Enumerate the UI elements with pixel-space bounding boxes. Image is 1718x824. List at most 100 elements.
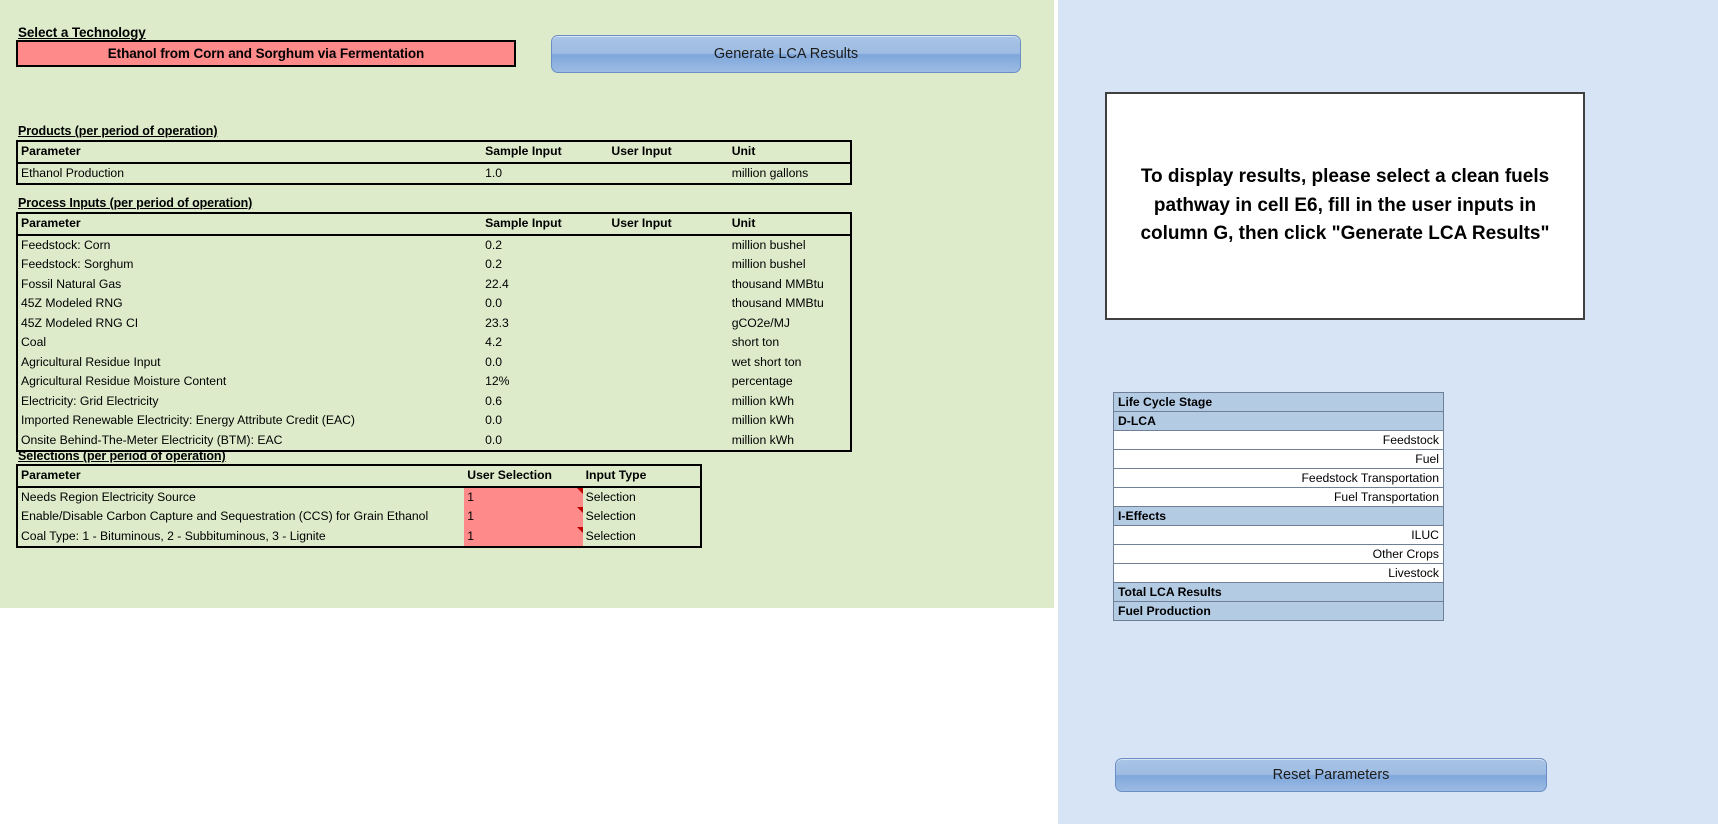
cell-life-cycle-item: Feedstock: [1114, 431, 1444, 450]
cell-life-cycle-item: ILUC: [1114, 526, 1444, 545]
cell-unit: thousand MMBtu: [729, 275, 851, 295]
column-header-sample-input: Sample Input: [482, 213, 608, 235]
selections-table-title: Selections (per period of operation): [18, 449, 226, 463]
column-header-user-input: User Input: [608, 213, 728, 235]
cell-user-selection[interactable]: 1: [464, 527, 582, 548]
cell-user-input[interactable]: [608, 431, 728, 452]
cell-user-input[interactable]: [608, 392, 728, 412]
column-header-user-selection: User Selection: [464, 465, 582, 487]
cell-parameter: Electricity: Grid Electricity: [17, 392, 482, 412]
cell-unit: million bushel: [729, 255, 851, 275]
life-cycle-item-row: Fuel: [1114, 450, 1444, 469]
life-cycle-item-row: Livestock: [1114, 564, 1444, 583]
life-cycle-item-row: Other Crops: [1114, 545, 1444, 564]
table-row: 45Z Modeled RNG CI23.3gCO2e/MJ: [17, 314, 851, 334]
cell-user-input[interactable]: [608, 372, 728, 392]
table-row: Coal Type: 1 - Bituminous, 2 - Subbitumi…: [17, 527, 701, 548]
cell-user-input[interactable]: [608, 411, 728, 431]
cell-user-input[interactable]: [608, 235, 728, 256]
results-message-box: To display results, please select a clea…: [1105, 92, 1585, 320]
reset-parameters-button[interactable]: Reset Parameters: [1115, 758, 1547, 792]
cell-sample-input: 0.2: [482, 255, 608, 275]
cell-life-cycle-group: Total LCA Results: [1114, 583, 1444, 602]
table-row: Coal4.2short ton: [17, 333, 851, 353]
cell-sample-input: 0.6: [482, 392, 608, 412]
products-table-body: Ethanol Production1.0 million gallons: [17, 163, 851, 185]
cell-life-cycle-group: D-LCA: [1114, 412, 1444, 431]
life-cycle-group-row: Fuel Production: [1114, 602, 1444, 621]
cell-user-input[interactable]: [608, 294, 728, 314]
table-row: Electricity: Grid Electricity0.6 million …: [17, 392, 851, 412]
cell-parameter: Feedstock: Corn: [17, 235, 482, 256]
table-row: Feedstock: Sorghum0.2million bushel: [17, 255, 851, 275]
technology-selector-cell[interactable]: Ethanol from Corn and Sorghum via Fermen…: [16, 40, 516, 67]
table-row: Feedstock: Corn0.2million bushel: [17, 235, 851, 256]
column-header-parameter: Parameter: [17, 141, 482, 163]
table-row: Imported Renewable Electricity: Energy A…: [17, 411, 851, 431]
cell-parameter: Agricultural Residue Input: [17, 353, 482, 373]
inputs-panel: Select a Technology Ethanol from Corn an…: [0, 0, 1054, 608]
cell-user-input[interactable]: [608, 333, 728, 353]
cell-unit: percentage: [729, 372, 851, 392]
cell-life-cycle-item: Livestock: [1114, 564, 1444, 583]
column-header-unit: Unit: [729, 141, 851, 163]
cell-sample-input: 0.0: [482, 411, 608, 431]
cell-life-cycle-item: Fuel: [1114, 450, 1444, 469]
life-cycle-group-row: I-Effects: [1114, 507, 1444, 526]
comment-indicator-icon: [577, 488, 583, 494]
table-header-row: Parameter User Selection Input Type: [17, 465, 701, 487]
table-row: Agricultural Residue Input0.0 wet short t…: [17, 353, 851, 373]
cell-unit: million kWh: [729, 392, 851, 412]
life-cycle-item-row: Fuel Transportation: [1114, 488, 1444, 507]
cell-life-cycle-item: Fuel Transportation: [1114, 488, 1444, 507]
cell-unit: million gallons: [729, 163, 851, 185]
cell-parameter: Needs Region Electricity Source: [17, 487, 464, 508]
cell-parameter: 45Z Modeled RNG CI: [17, 314, 482, 334]
cell-sample-input: 12%: [482, 372, 608, 392]
column-header-user-input: User Input: [608, 141, 728, 163]
cell-life-cycle-item: Feedstock Transportation: [1114, 469, 1444, 488]
cell-user-input[interactable]: [608, 353, 728, 373]
comment-indicator-icon: [577, 527, 583, 533]
cell-parameter: Agricultural Residue Moisture Content: [17, 372, 482, 392]
cell-parameter: Enable/Disable Carbon Capture and Seques…: [17, 507, 464, 527]
life-cycle-group-row: D-LCA: [1114, 412, 1444, 431]
selections-table: Parameter User Selection Input Type Need…: [16, 464, 702, 548]
cell-user-input[interactable]: [608, 255, 728, 275]
cell-input-type: Selection: [583, 487, 701, 508]
cell-user-input[interactable]: [608, 314, 728, 334]
life-cycle-item-row: Feedstock: [1114, 431, 1444, 450]
cell-sample-input: 1.0: [482, 163, 608, 185]
column-header-unit: Unit: [729, 213, 851, 235]
cell-life-cycle-group: Fuel Production: [1114, 602, 1444, 621]
cell-life-cycle-item: Other Crops: [1114, 545, 1444, 564]
table-row: Fossil Natural Gas22.4 thousand MMBtu: [17, 275, 851, 295]
cell-sample-input: 4.2: [482, 333, 608, 353]
cell-parameter: Coal: [17, 333, 482, 353]
app-root: Select a Technology Ethanol from Corn an…: [0, 0, 1718, 824]
column-header-input-type: Input Type: [583, 465, 701, 487]
table-header-row: Life Cycle Stage: [1114, 393, 1444, 412]
comment-indicator-icon: [577, 507, 583, 513]
cell-sample-input: 0.0: [482, 431, 608, 452]
life-cycle-item-row: ILUC: [1114, 526, 1444, 545]
table-header-row: Parameter Sample Input User Input Unit: [17, 141, 851, 163]
table-row: Onsite Behind-The-Meter Electricity (BTM…: [17, 431, 851, 452]
cell-sample-input: 22.4: [482, 275, 608, 295]
table-row: Agricultural Residue Moisture Content12%…: [17, 372, 851, 392]
cell-user-input[interactable]: [608, 163, 728, 185]
column-header-sample-input: Sample Input: [482, 141, 608, 163]
cell-unit: wet short ton: [729, 353, 851, 373]
column-header-life-cycle-stage: Life Cycle Stage: [1114, 393, 1444, 412]
cell-user-selection[interactable]: 1: [464, 487, 582, 508]
cell-parameter: Fossil Natural Gas: [17, 275, 482, 295]
cell-parameter: Ethanol Production: [17, 163, 482, 185]
cell-unit: million kWh: [729, 411, 851, 431]
cell-user-input[interactable]: [608, 275, 728, 295]
cell-sample-input: 0.0: [482, 353, 608, 373]
cell-user-selection[interactable]: 1: [464, 507, 582, 527]
generate-lca-results-button[interactable]: Generate LCA Results: [551, 35, 1021, 73]
life-cycle-stage-table: Life Cycle StageD-LCAFeedstockFuelFeedst…: [1113, 392, 1444, 621]
process-inputs-table-body: Feedstock: Corn0.2million bushelFeedstoc…: [17, 235, 851, 452]
table-row: 45Z Modeled RNG0.0thousand MMBtu: [17, 294, 851, 314]
